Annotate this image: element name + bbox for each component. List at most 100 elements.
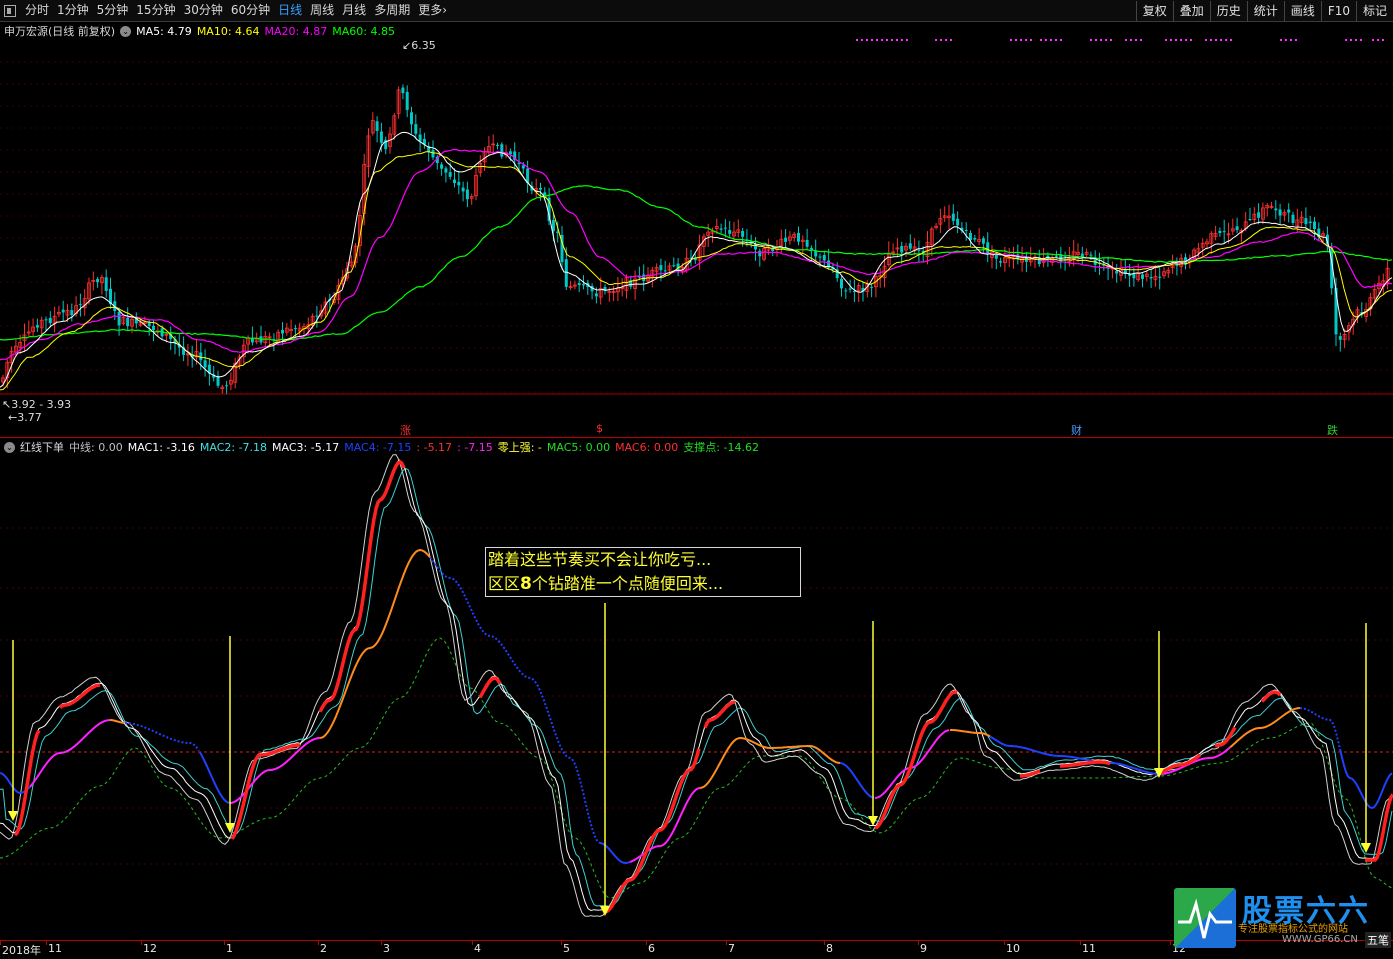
ma20-line: [0, 148, 1392, 361]
red-buy-segment: [1060, 760, 1111, 768]
candle-body: [870, 286, 874, 288]
signal-dot: [1170, 39, 1172, 41]
event-cai[interactable]: 财: [1071, 422, 1082, 438]
time-tick: [0, 941, 1, 945]
stats-button[interactable]: 统计: [1246, 0, 1284, 21]
period-tab-multi[interactable]: 多周期: [370, 0, 414, 21]
candle-body: [1278, 209, 1282, 216]
candle-body: [453, 179, 456, 184]
candle-body: [663, 270, 667, 272]
candle-body: [719, 228, 723, 230]
candle-body: [981, 238, 985, 244]
signal-dot: [1230, 39, 1232, 41]
main-trend-segment: [124, 722, 200, 752]
event-zhang[interactable]: 涨: [400, 422, 411, 438]
signal-dot: [866, 39, 868, 41]
candle-body: [822, 254, 826, 261]
annotation-num: 8: [520, 574, 532, 594]
candle-body: [1308, 221, 1312, 224]
candle-body: [539, 187, 542, 190]
candle-body: [844, 290, 848, 292]
signal-dots: [856, 39, 1384, 41]
annotation-line1: 踏着这些节奏买不会让你吃亏...: [488, 550, 712, 569]
time-label: 8: [826, 942, 833, 955]
candle-body: [431, 149, 435, 158]
period-tab-60min[interactable]: 60分钟: [227, 0, 274, 21]
overlay-button[interactable]: 叠加: [1172, 0, 1210, 21]
candle-body: [594, 293, 598, 297]
signal-dot: [1372, 39, 1374, 41]
signal-dot: [1360, 39, 1362, 41]
time-tick: [141, 941, 142, 945]
candle-body: [410, 112, 413, 125]
period-tab-30min[interactable]: 30分钟: [180, 0, 227, 21]
time-tick: [561, 941, 562, 945]
period-tab-daily[interactable]: 日线: [274, 0, 306, 21]
signal-dot: [1175, 39, 1177, 41]
period-tab-15min[interactable]: 15分钟: [132, 0, 179, 21]
signal-dot: [1205, 39, 1207, 41]
signal-dot: [940, 39, 942, 41]
period-tab-weekly[interactable]: 周线: [306, 0, 338, 21]
chevron-right-icon: ›: [442, 3, 448, 17]
candle-body: [1115, 270, 1119, 274]
candle-body: [908, 243, 912, 249]
candle-body: [784, 237, 788, 242]
mark-button[interactable]: 标记: [1355, 0, 1393, 21]
candle-body: [797, 232, 800, 242]
event-dollar[interactable]: $: [596, 422, 603, 435]
period-tab-5min[interactable]: 5分钟: [93, 0, 133, 21]
ma10-line: [0, 151, 1393, 391]
candle-body: [741, 231, 745, 237]
signal-dot: [1050, 39, 1052, 41]
candle-body: [461, 187, 465, 192]
ime-indicator[interactable]: 五笔: [1365, 932, 1391, 948]
candle-body: [1141, 274, 1144, 279]
candle-body: [900, 246, 904, 253]
time-label: 7: [728, 942, 735, 955]
candle-body: [964, 229, 968, 231]
signal-dot: [1210, 39, 1212, 41]
kline-candles: [1, 84, 1390, 395]
fuquan-button[interactable]: 复权: [1135, 0, 1173, 21]
signal-dot: [876, 39, 878, 41]
candle-body: [1334, 287, 1338, 335]
time-tick: [381, 941, 382, 945]
candle-body: [951, 213, 955, 221]
time-label: 11: [48, 942, 62, 955]
candle-body: [281, 329, 284, 334]
time-label: 12: [143, 942, 157, 955]
draw-line-button[interactable]: 画线: [1283, 0, 1321, 21]
candle-body: [840, 278, 843, 289]
watermark-site: WWW.GP66.CN: [1282, 934, 1358, 945]
event-die[interactable]: 跌: [1327, 422, 1338, 438]
period-tab-monthly[interactable]: 月线: [338, 0, 370, 21]
time-label: 5: [563, 942, 570, 955]
candle-body: [418, 134, 422, 142]
kline-chart[interactable]: [0, 22, 1393, 437]
time-label: 10: [1006, 942, 1020, 955]
buy-arrow-head: [1361, 843, 1371, 853]
signal-dot: [945, 39, 947, 41]
signal-dot: [1290, 39, 1292, 41]
signal-dot: [891, 39, 893, 41]
time-label: 2: [320, 942, 327, 955]
white-line: [0, 459, 1393, 912]
period-toolbar: 分时 1分钟 5分钟 15分钟 30分钟 60分钟 日线 周线 月线 多周期 更…: [0, 0, 1393, 22]
candle-body: [564, 259, 568, 287]
history-button[interactable]: 历史: [1209, 0, 1247, 21]
period-tab-1min[interactable]: 1分钟: [53, 0, 93, 21]
signal-dot: [1100, 39, 1102, 41]
main-trend-segment: [29, 719, 111, 788]
period-tab-more[interactable]: 更多›: [414, 0, 451, 21]
period-tab-fenshi[interactable]: 分时: [21, 0, 53, 21]
panel-menu-icon[interactable]: [4, 4, 16, 17]
red-buy-segment: [1159, 753, 1202, 775]
candle-body: [852, 291, 856, 293]
f10-button[interactable]: F10: [1320, 0, 1356, 21]
candle-body: [1338, 336, 1342, 340]
time-tick: [472, 941, 473, 945]
indicator-chart[interactable]: [0, 438, 1393, 938]
candle-body: [500, 144, 504, 157]
time-label: 6: [648, 942, 655, 955]
